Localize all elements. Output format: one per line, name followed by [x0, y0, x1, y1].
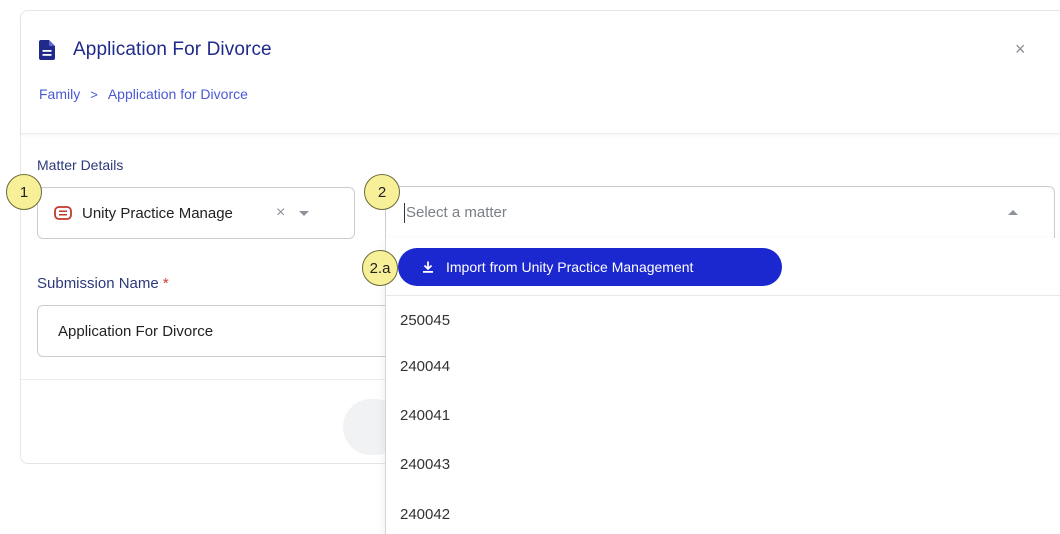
matter-dropdown: Import from Unity Practice Management 25…	[385, 238, 1060, 534]
practice-source-value: Unity Practice Manage	[82, 204, 233, 222]
breadcrumb: Family > Application for Divorce	[39, 86, 248, 102]
matter-option[interactable]: 240043	[400, 456, 450, 473]
submission-name-label-text: Submission Name	[37, 275, 159, 292]
chevron-up-icon[interactable]	[1008, 210, 1018, 215]
matter-select-placeholder: Select a matter	[406, 204, 507, 221]
title-row: Application For Divorce	[39, 39, 272, 61]
submission-name-value: Application For Divorce	[58, 322, 214, 340]
required-mark: *	[162, 275, 169, 292]
document-icon	[39, 40, 55, 60]
dropdown-header: Import from Unity Practice Management	[386, 238, 1060, 296]
matter-details-label: Matter Details	[37, 157, 124, 173]
submission-name-label: Submission Name *	[37, 275, 169, 292]
step-badge-2: 2	[364, 174, 400, 210]
breadcrumb-item-family[interactable]: Family	[39, 86, 80, 102]
screen: Application For Divorce × Family > Appli…	[0, 0, 1060, 534]
matter-option[interactable]: 240041	[400, 407, 450, 424]
unity-logo-icon	[54, 206, 72, 220]
import-button[interactable]: Import from Unity Practice Management	[398, 248, 782, 286]
matter-select[interactable]: Select a matter	[385, 186, 1055, 238]
step-badge-2a: 2.a	[362, 250, 398, 286]
import-button-label: Import from Unity Practice Management	[446, 259, 694, 275]
text-cursor	[404, 202, 405, 223]
breadcrumb-separator: >	[90, 86, 98, 102]
submission-name-input[interactable]: Application For Divorce	[37, 305, 437, 357]
download-icon	[423, 261, 433, 273]
matter-option[interactable]: 240042	[400, 506, 450, 523]
matter-option[interactable]: 250045	[400, 312, 450, 329]
clear-selection-icon[interactable]: ×	[276, 205, 285, 221]
dialog-header: Application For Divorce × Family > Appli…	[21, 11, 1060, 134]
breadcrumb-item-current[interactable]: Application for Divorce	[108, 86, 248, 102]
chevron-down-icon[interactable]	[299, 210, 310, 216]
close-icon[interactable]: ×	[1015, 40, 1029, 58]
practice-source-select[interactable]: Unity Practice Manage ×	[37, 187, 355, 239]
page-title: Application For Divorce	[73, 39, 272, 60]
step-badge-1: 1	[6, 174, 42, 210]
matter-option[interactable]: 240044	[400, 358, 450, 375]
